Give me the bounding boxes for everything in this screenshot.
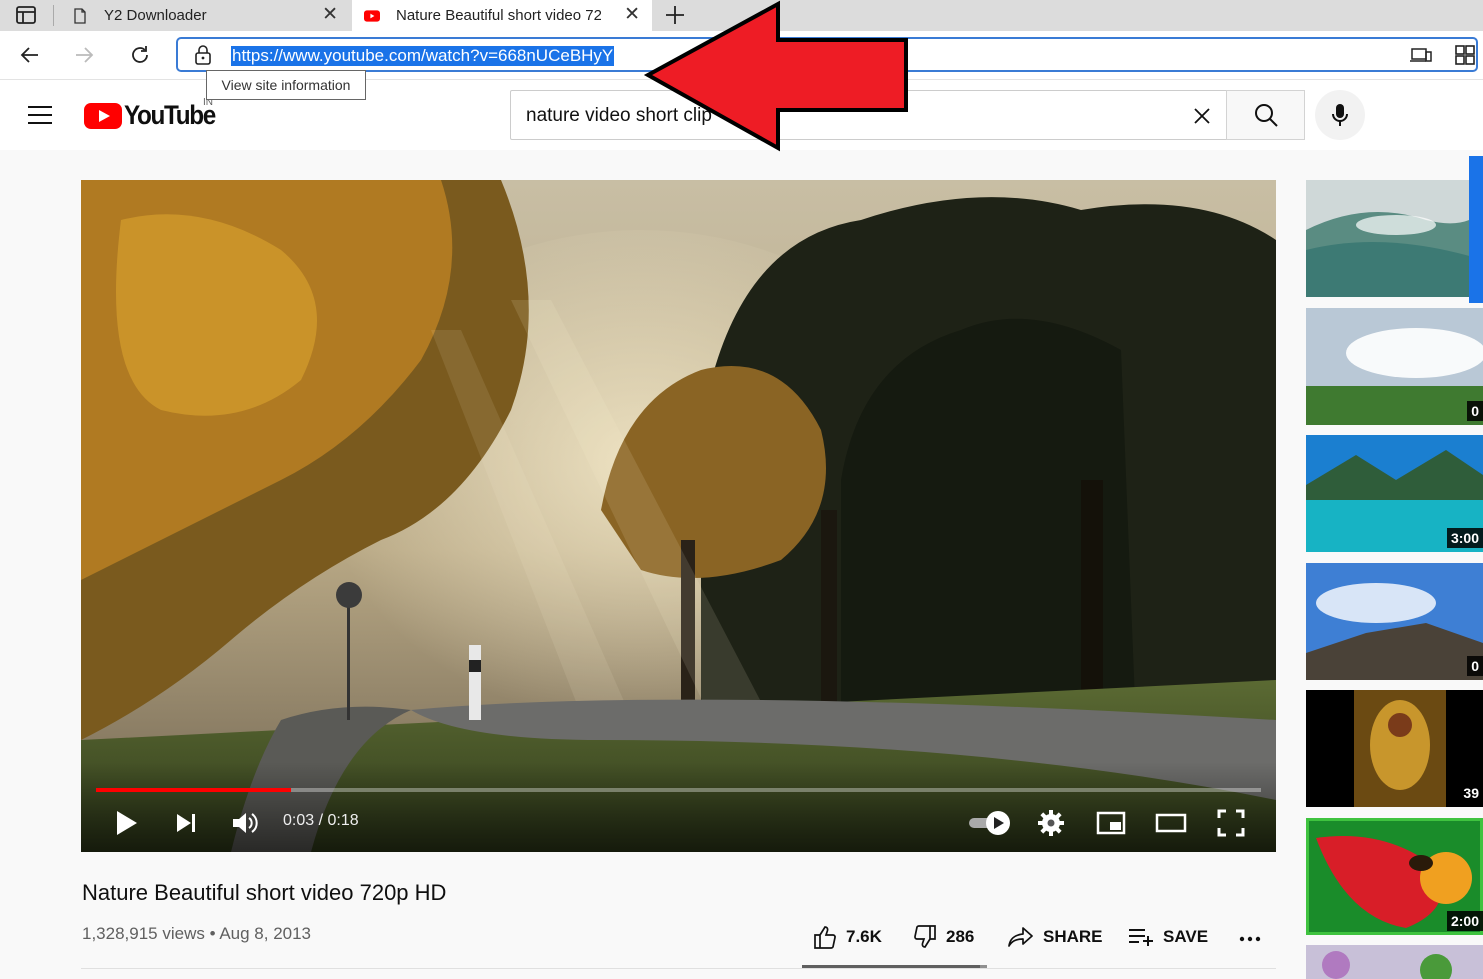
settings-button[interactable] <box>1033 805 1069 841</box>
play-icon <box>117 811 137 835</box>
autoplay-toggle[interactable] <box>966 805 1014 841</box>
video-duration: 2:00 <box>1446 911 1483 931</box>
video-views-date: 1,328,915 views • Aug 8, 2013 <box>82 924 312 943</box>
like-button[interactable]: 7.6K <box>812 924 882 950</box>
video-title: Nature Beautiful short video 720p HD <box>82 880 447 905</box>
more-options-icon <box>1239 936 1261 942</box>
close-tab-icon[interactable]: ✕ <box>322 5 338 24</box>
more-actions-button[interactable] <box>1238 924 1270 950</box>
video-duration: 0 <box>1467 401 1483 421</box>
mute-button[interactable] <box>227 805 263 841</box>
autoplay-toggle-icon <box>969 811 1010 835</box>
search-button[interactable] <box>1226 90 1305 140</box>
reload-button[interactable] <box>124 39 156 71</box>
video-duration: 3:00 <box>1446 528 1483 548</box>
like-count: 7.6K <box>846 927 882 946</box>
back-arrow-icon <box>20 47 38 63</box>
related-video-thumbnail[interactable] <box>1306 180 1483 297</box>
tab-actions-icon[interactable] <box>14 3 38 32</box>
close-tab-icon[interactable]: ✕ <box>624 5 640 24</box>
annotation-arrow <box>643 0 908 152</box>
collections-icon[interactable] <box>1454 44 1476 71</box>
hamburger-menu-icon[interactable] <box>26 102 54 133</box>
share-icon <box>1008 927 1033 947</box>
related-video-thumbnail[interactable]: 2:00 <box>1306 818 1483 935</box>
forward-button[interactable] <box>68 39 100 71</box>
play-button[interactable] <box>108 805 144 841</box>
youtube-icon <box>364 9 380 22</box>
save-button[interactable]: SAVE <box>1127 924 1208 950</box>
url-text[interactable]: https://www.youtube.com/watch?v=668nUCeB… <box>231 46 615 66</box>
divider <box>81 968 1276 969</box>
tab-title: Y2 Downloader <box>104 7 207 24</box>
tab-youtube-video[interactable]: Nature Beautiful short video 720p HD - Y… <box>352 0 652 31</box>
lock-icon[interactable] <box>194 45 212 70</box>
thumbnail-image <box>1306 690 1483 807</box>
site-info-tooltip: View site information <box>206 70 366 100</box>
back-button[interactable] <box>14 39 46 71</box>
video-player[interactable]: 0:03 / 0:18 <box>81 180 1276 852</box>
video-frame <box>81 180 1276 852</box>
clear-search-icon[interactable] <box>1191 105 1213 132</box>
volume-icon <box>233 813 258 833</box>
thumbs-up-icon <box>814 926 836 949</box>
scrollbar-thumb[interactable] <box>1469 156 1483 303</box>
save-label: SAVE <box>1163 927 1209 946</box>
thumbnail-image <box>1306 945 1483 979</box>
forward-arrow-icon <box>76 47 94 63</box>
microphone-icon <box>1332 104 1348 126</box>
miniplayer-icon <box>1096 811 1126 835</box>
related-video-thumbnail[interactable]: 3:00 <box>1306 435 1483 552</box>
theater-mode-icon <box>1155 813 1187 833</box>
voice-search-button[interactable] <box>1315 90 1365 140</box>
add-to-playlist-icon <box>1129 929 1153 946</box>
tab-y2-downloader[interactable]: Y2 Downloader ✕ <box>60 0 350 31</box>
youtube-logo-icon[interactable] <box>84 103 122 134</box>
dislike-count: 286 <box>946 927 975 946</box>
app-available-icon[interactable] <box>1410 45 1432 70</box>
share-label: SHARE <box>1043 927 1103 946</box>
miniplayer-button[interactable] <box>1093 805 1129 841</box>
progress-played <box>96 788 291 792</box>
page-icon <box>74 7 86 24</box>
related-video-thumbnail[interactable] <box>1306 945 1483 979</box>
gear-icon <box>1038 810 1064 836</box>
time-display: 0:03 / 0:18 <box>283 812 359 829</box>
tab-title: Nature Beautiful short video 720p HD - Y… <box>396 7 601 24</box>
video-duration: 39 <box>1459 783 1483 803</box>
dislike-button[interactable]: 286 <box>912 924 974 950</box>
skip-next-icon <box>177 814 195 832</box>
thumbs-down-icon <box>914 925 936 948</box>
search-icon <box>1254 104 1278 127</box>
thumbnail-image <box>1306 308 1483 425</box>
related-video-thumbnail[interactable]: 0 <box>1306 308 1483 425</box>
share-button[interactable]: SHARE <box>1007 924 1103 950</box>
progress-bar[interactable] <box>96 788 1261 792</box>
related-video-thumbnail[interactable]: 39 <box>1306 690 1483 807</box>
thumbnail-image <box>1306 180 1483 297</box>
video-duration: 0 <box>1467 656 1483 676</box>
next-button[interactable] <box>168 805 204 841</box>
related-video-thumbnail[interactable]: 0 <box>1306 563 1483 680</box>
fullscreen-icon <box>1217 809 1245 837</box>
theater-mode-button[interactable] <box>1153 805 1189 841</box>
refresh-icon <box>132 46 148 63</box>
tab-separator <box>53 5 54 26</box>
youtube-logo-text[interactable]: YouTube <box>124 100 216 131</box>
thumbnail-image <box>1306 563 1483 680</box>
fullscreen-button[interactable] <box>1213 805 1249 841</box>
